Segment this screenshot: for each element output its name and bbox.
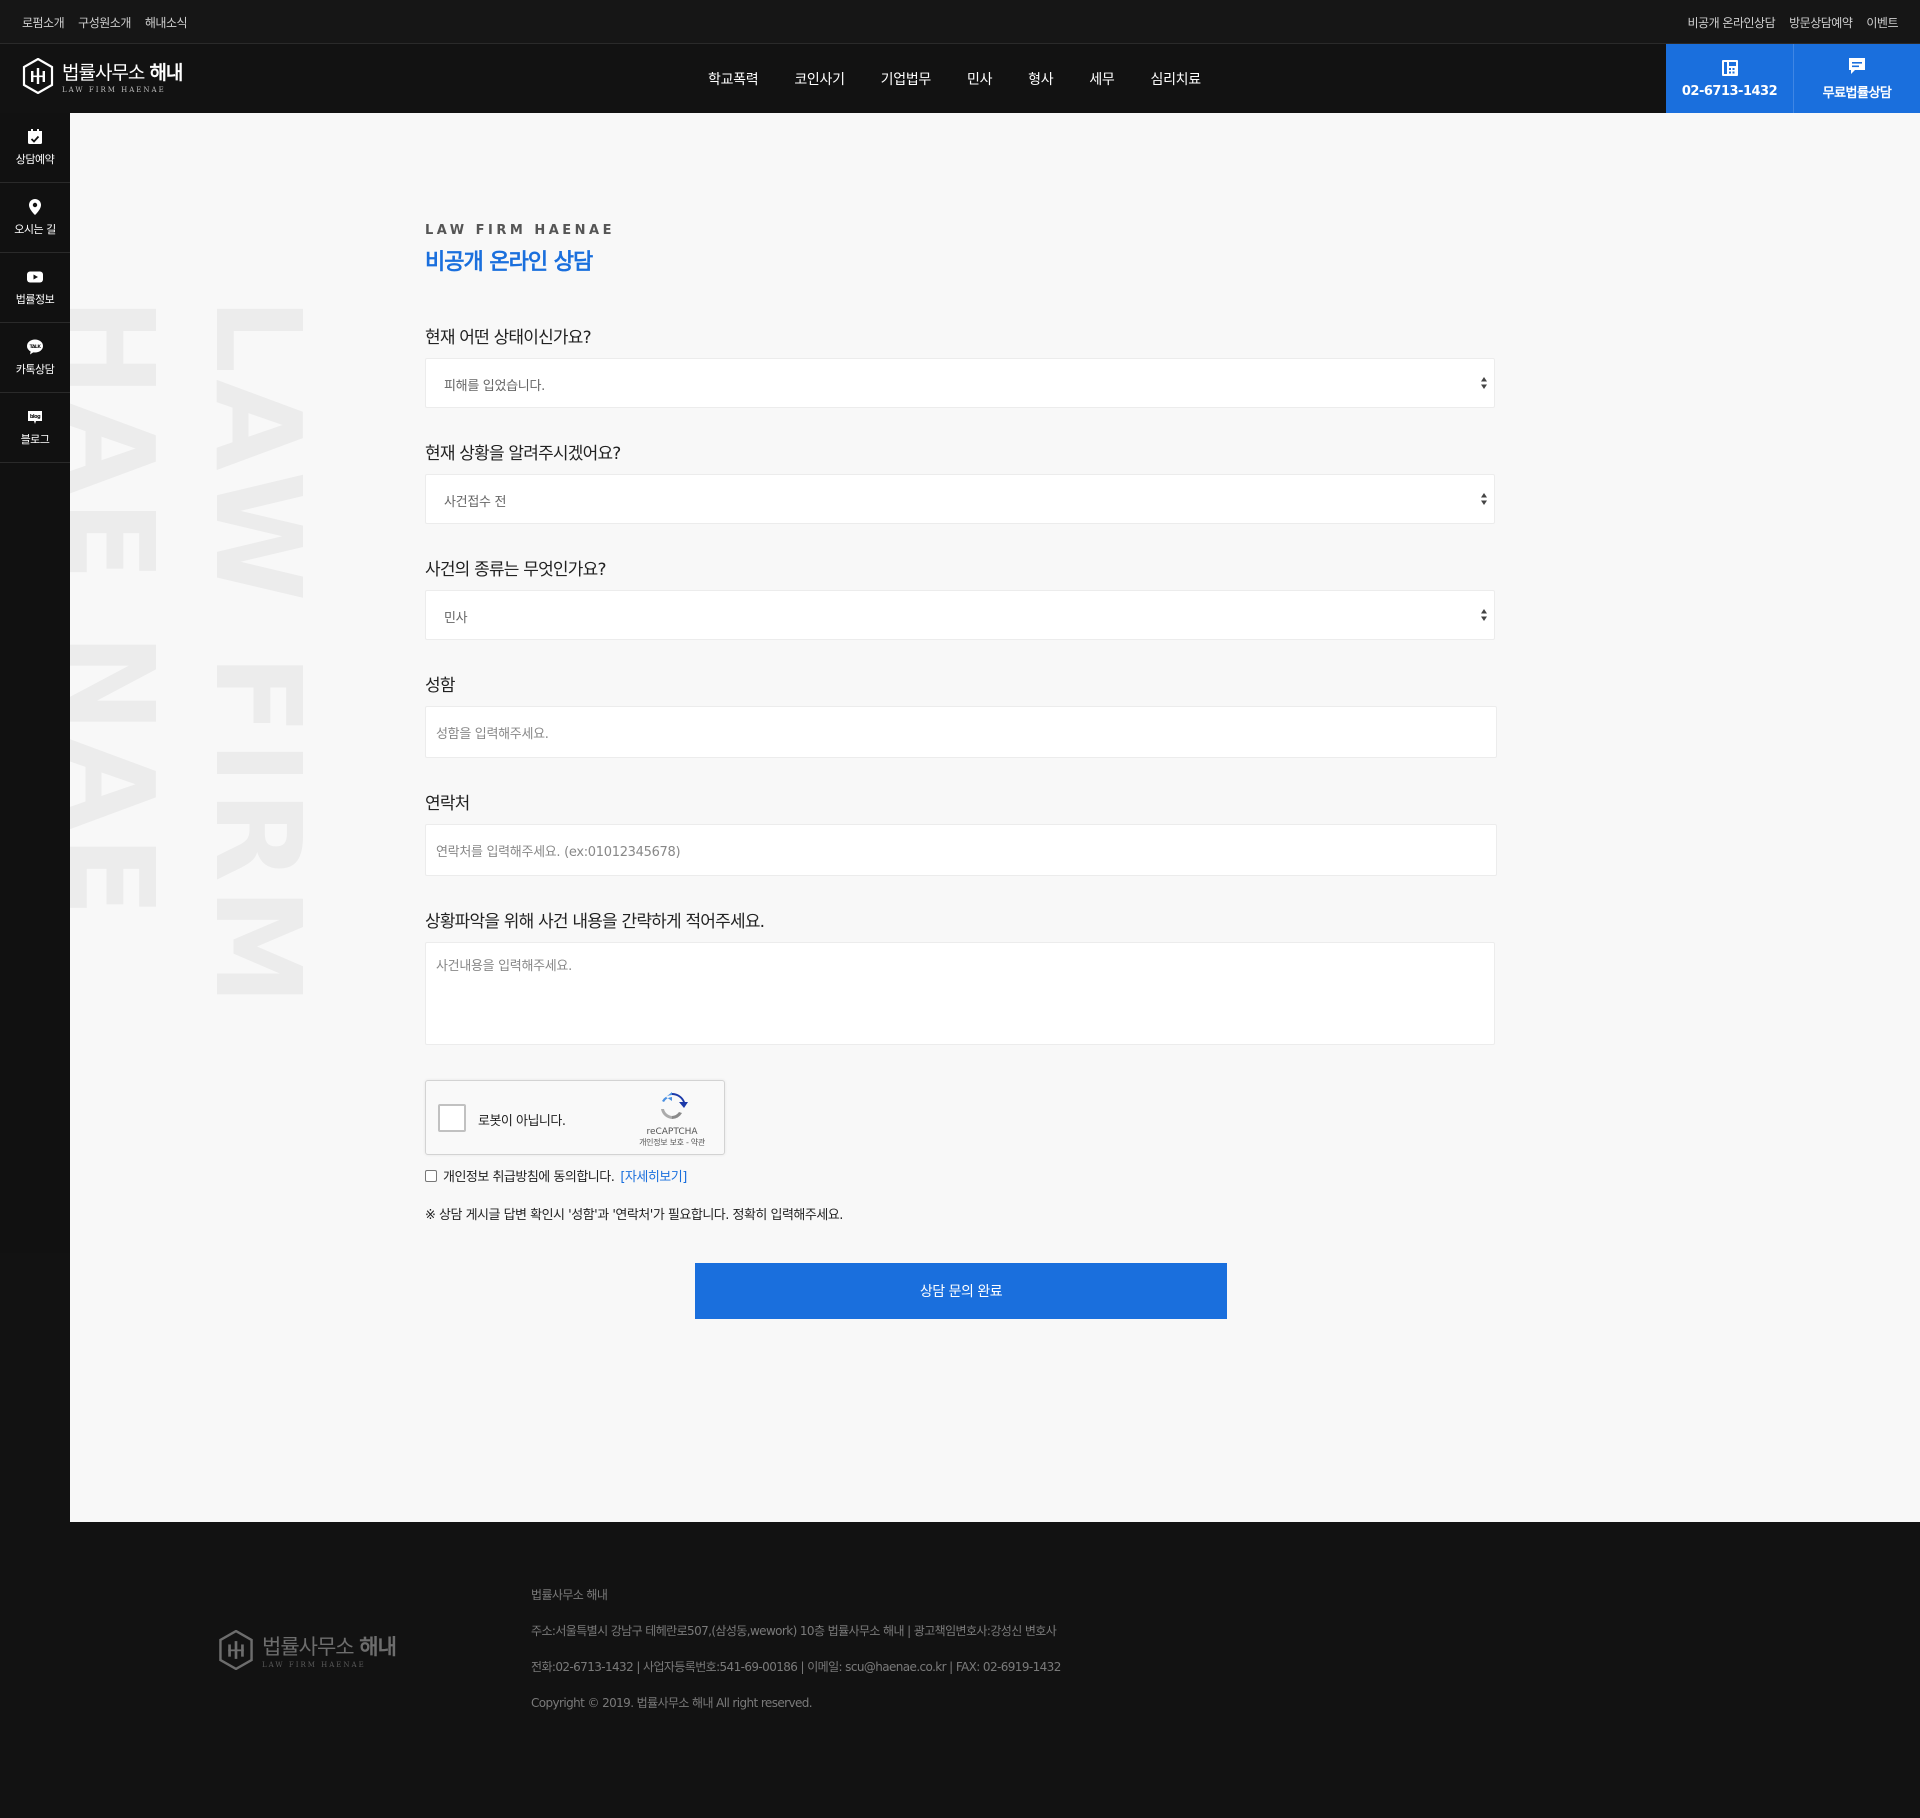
select-arrows-icon	[1481, 377, 1487, 389]
site-logo[interactable]: 법률사무소 해내 LAW FIRM HAENAE	[22, 58, 183, 94]
watermark-line-2: HAE NAE	[70, 298, 180, 922]
submit-button[interactable]: 상담 문의 완료	[695, 1263, 1227, 1319]
quick-sidebar: 상담예약 오시는 길 법률정보 TALK 카톡상담 blog 블로그	[0, 113, 70, 1253]
main-nav: 학교폭력 코인사기 기업법무 민사 형사 세무 심리치료	[690, 44, 1219, 113]
privacy-detail-link[interactable]: [자세히보기]	[620, 1166, 687, 1185]
question-name: 성함	[425, 676, 455, 696]
privacy-agree: 개인정보 취급방침에 동의합니다. [자세히보기]	[425, 1166, 687, 1185]
footer-copyright: Copyright © 2019. 법률사무소 해내 All right res…	[531, 1696, 813, 1710]
sidebar-label: 블로그	[20, 433, 50, 446]
detail-textarea[interactable]: 사건내용을 입력해주세요.	[425, 942, 1495, 1045]
watermark-line-1: LAW FIRM	[189, 298, 327, 1011]
nav-coin-fraud[interactable]: 코인사기	[776, 69, 862, 89]
status-select[interactable]: 피해를 입었습니다.	[425, 358, 1495, 408]
sidebar-item-blog[interactable]: blog 블로그	[0, 393, 70, 463]
link-private-consult[interactable]: 비공개 온라인상담	[1687, 14, 1775, 31]
sidebar-item-kakao[interactable]: TALK 카톡상담	[0, 323, 70, 393]
nav-tax[interactable]: 세무	[1071, 69, 1132, 89]
consult-form: LAW FIRM HAENAE 비공개 온라인 상담 현재 어떤 상태이신가요?…	[425, 223, 1505, 1319]
svg-text:blog: blog	[30, 414, 41, 420]
notice-text: ※ 상담 게시글 답변 확인시 '성함'과 '연락처'가 필요합니다. 정확히 …	[425, 1208, 843, 1223]
recaptcha-widget: 로봇이 아닙니다. reCAPTCHA 개인정보 보호 - 약관	[425, 1080, 725, 1155]
phone-icon	[1721, 60, 1738, 76]
footer-company-name: 법률사무소 해내	[531, 1588, 608, 1602]
sidebar-item-legal-info[interactable]: 법률정보	[0, 253, 70, 323]
consultation-page: LAW FIRM HAE NAE LAW FIRM HAENAE 비공개 온라인…	[70, 113, 1920, 1522]
logo-name-bold: 해내	[149, 62, 183, 84]
link-visit-reservation[interactable]: 방문상담예약	[1789, 14, 1853, 31]
footer-logo-name-bold: 해내	[359, 1635, 397, 1659]
name-placeholder: 성함을 입력해주세요.	[436, 727, 549, 742]
case-type-select[interactable]: 민사	[425, 590, 1495, 640]
nav-criminal[interactable]: 형사	[1010, 69, 1071, 89]
contact-placeholder: 연락처를 입력해주세요. (ex:01012345678)	[436, 845, 681, 860]
privacy-agree-checkbox[interactable]	[425, 1169, 437, 1182]
question-status: 현재 어떤 상태이신가요?	[425, 328, 592, 348]
sidebar-label: 법률정보	[15, 293, 55, 306]
map-pin-icon	[29, 199, 41, 215]
sidebar-label: 오시는 길	[14, 223, 56, 236]
recaptcha-label: 로봇이 아닙니다.	[478, 1114, 566, 1129]
select-arrows-icon	[1481, 609, 1487, 621]
logo-hex-icon	[22, 58, 54, 94]
blog-icon: blog	[28, 411, 42, 424]
utility-links-right: 비공개 온라인상담 방문상담예약 이벤트	[1687, 0, 1898, 44]
situation-select-value: 사건접수 전	[444, 495, 507, 510]
recaptcha-brand: reCAPTCHA	[646, 1127, 698, 1137]
youtube-icon	[27, 271, 43, 283]
logo-name: 법률사무소	[62, 62, 145, 84]
detail-placeholder: 사건내용을 입력해주세요.	[436, 959, 572, 974]
footer-address: 주소:서울특별시 강남구 테헤란로507,(삼성동,wework) 10층 법률…	[531, 1624, 1057, 1638]
footer-logo-name: 법률사무소	[262, 1635, 355, 1659]
logo-subtitle: LAW FIRM HAENAE	[62, 86, 166, 94]
recaptcha-checkbox[interactable]	[438, 1104, 466, 1132]
recaptcha-logo-icon	[661, 1092, 688, 1119]
question-contact: 연락처	[425, 794, 470, 814]
link-news[interactable]: 해내소식	[145, 14, 188, 31]
contact-input[interactable]: 연락처를 입력해주세요. (ex:01012345678)	[425, 824, 1497, 876]
footer-logo: 법률사무소 해내 LAW FIRM HAENAE	[218, 1630, 397, 1670]
footer-info: 법률사무소 해내 주소:서울특별시 강남구 테헤란로507,(삼성동,wewor…	[531, 1588, 1061, 1732]
form-eyebrow: LAW FIRM HAENAE	[425, 223, 615, 238]
footer-logo-subtitle: LAW FIRM HAENAE	[262, 1661, 366, 1669]
utility-bar: 로펌소개 구성원소개 해내소식 비공개 온라인상담 방문상담예약 이벤트	[0, 0, 1920, 44]
main-header: 법률사무소 해내 LAW FIRM HAENAE 학교폭력 코인사기 기업법무 …	[0, 44, 1920, 113]
status-select-value: 피해를 입었습니다.	[444, 379, 545, 394]
link-firm-intro[interactable]: 로펌소개	[22, 14, 65, 31]
phone-number: 02-6713-1432	[1681, 84, 1778, 99]
sidebar-item-reservation[interactable]: 상담예약	[0, 113, 70, 183]
sidebar-label: 상담예약	[15, 153, 55, 166]
name-input[interactable]: 성함을 입력해주세요.	[425, 706, 1497, 758]
background-watermark: LAW FIRM HAE NAE	[70, 298, 327, 1011]
question-situation: 현재 상황을 알려주시겠어요?	[425, 444, 621, 464]
site-footer: 법률사무소 해내 LAW FIRM HAENAE 법률사무소 해내 주소:서울특…	[0, 1522, 1920, 1818]
recaptcha-terms-link[interactable]: 개인정보 보호 - 약관	[632, 1137, 712, 1148]
sidebar-label: 카톡상담	[15, 363, 55, 376]
nav-school-violence[interactable]: 학교폭력	[690, 69, 776, 89]
utility-links-left: 로펌소개 구성원소개 해내소식	[22, 0, 188, 44]
calendar-check-icon	[28, 129, 42, 144]
svg-text:TALK: TALK	[30, 344, 42, 350]
question-detail: 상황파악을 위해 사건 내용을 간략하게 적어주세요.	[425, 912, 765, 932]
privacy-agree-label: 개인정보 취급방침에 동의합니다.	[443, 1170, 615, 1185]
nav-therapy[interactable]: 심리치료	[1133, 69, 1219, 89]
link-event[interactable]: 이벤트	[1866, 14, 1898, 31]
free-consult-label: 무료법률상담	[1822, 86, 1892, 101]
link-members[interactable]: 구성원소개	[78, 14, 131, 31]
select-arrows-icon	[1481, 493, 1487, 505]
free-consult-button[interactable]: 무료법률상담	[1793, 44, 1920, 113]
question-case-type: 사건의 종류는 무엇인가요?	[425, 560, 606, 580]
situation-select[interactable]: 사건접수 전	[425, 474, 1495, 524]
kakao-talk-icon: TALK	[27, 339, 43, 355]
case-type-select-value: 민사	[444, 611, 468, 626]
phone-button[interactable]: 02-6713-1432	[1666, 44, 1793, 113]
nav-civil[interactable]: 민사	[949, 69, 1010, 89]
footer-contact: 전화:02-6713-1432 | 사업자등록번호:541-69-00186 |…	[531, 1660, 1061, 1674]
sidebar-item-directions[interactable]: 오시는 길	[0, 183, 70, 253]
footer-logo-hex-icon	[219, 1630, 253, 1670]
chat-bubble-icon	[1849, 58, 1865, 74]
header-cta: 02-6713-1432 무료법률상담	[1666, 44, 1920, 113]
page-title: 비공개 온라인 상담	[425, 250, 593, 275]
nav-corporate-law[interactable]: 기업법무	[863, 69, 949, 89]
